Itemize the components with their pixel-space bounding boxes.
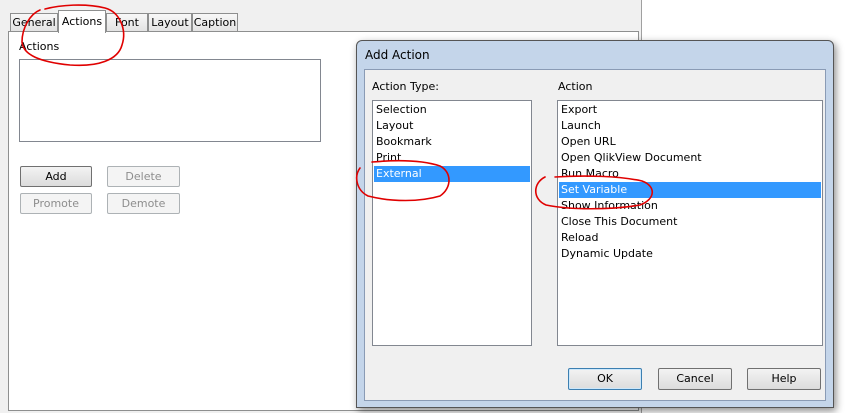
demote-button[interactable]: Demote	[107, 193, 180, 214]
action-type-layout[interactable]: Layout	[374, 118, 530, 134]
action-export[interactable]: Export	[559, 102, 821, 118]
tab-general[interactable]: General	[10, 13, 58, 31]
help-button[interactable]: Help	[747, 368, 821, 390]
action-type-list[interactable]: Selection Layout Bookmark Print External	[372, 100, 532, 346]
action-type-label: Action Type:	[372, 80, 439, 93]
action-type-bookmark[interactable]: Bookmark	[374, 134, 530, 150]
action-open-url[interactable]: Open URL	[559, 134, 821, 150]
action-list[interactable]: Export Launch Open URL Open QlikView Doc…	[557, 100, 823, 346]
action-type-selection[interactable]: Selection	[374, 102, 530, 118]
ok-button[interactable]: OK	[568, 368, 642, 390]
actions-label: Actions	[19, 40, 60, 53]
dialog-client-area: Action Type: Selection Layout Bookmark P…	[364, 69, 826, 401]
tab-font[interactable]: Font	[106, 13, 148, 31]
action-close-this-document[interactable]: Close This Document	[559, 214, 821, 230]
tab-layout[interactable]: Layout	[148, 13, 192, 31]
action-open-qlikview-document[interactable]: Open QlikView Document	[559, 150, 821, 166]
action-type-print[interactable]: Print	[374, 150, 530, 166]
add-action-dialog: Add Action Action Type: Selection Layout…	[356, 40, 834, 408]
tab-actions[interactable]: Actions	[58, 10, 106, 33]
cancel-button[interactable]: Cancel	[658, 368, 732, 390]
actions-list[interactable]	[19, 59, 321, 142]
delete-button[interactable]: Delete	[107, 166, 180, 187]
tab-caption[interactable]: Caption	[192, 13, 238, 31]
action-show-information[interactable]: Show Information	[559, 198, 821, 214]
action-launch[interactable]: Launch	[559, 118, 821, 134]
action-type-external[interactable]: External	[374, 166, 530, 182]
action-run-macro[interactable]: Run Macro	[559, 166, 821, 182]
dialog-title: Add Action	[365, 48, 430, 62]
add-button[interactable]: Add	[20, 166, 92, 187]
promote-button[interactable]: Promote	[20, 193, 92, 214]
action-label: Action	[558, 80, 593, 93]
action-set-variable[interactable]: Set Variable	[559, 182, 821, 198]
action-dynamic-update[interactable]: Dynamic Update	[559, 246, 821, 262]
action-reload[interactable]: Reload	[559, 230, 821, 246]
